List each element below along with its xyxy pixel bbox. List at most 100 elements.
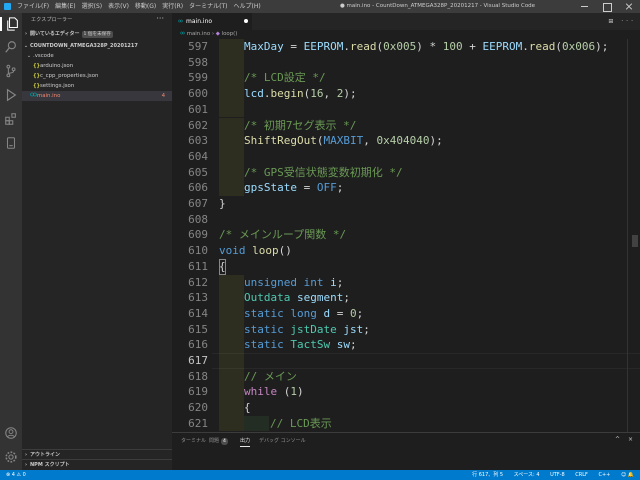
project-folder[interactable]: ⌄ COUNTDOWN_ATMEGA328P_20201217 (22, 41, 172, 51)
code-line: 597 MaxDay = EEPROM.read(0x005) * 100 + … (172, 39, 640, 55)
function-symbol-icon: ◆ (215, 31, 220, 37)
code-text: lcd.begin(16, 2); (244, 87, 357, 101)
line-number: 612 (188, 275, 208, 289)
line-number: 616 (188, 338, 208, 352)
code-line: 619 while (1) (172, 384, 640, 401)
close-button[interactable] (618, 0, 640, 13)
editor-scrollbar[interactable] (632, 235, 638, 247)
extensions-button[interactable] (4, 112, 18, 126)
files-icon (7, 17, 18, 31)
code-text: void loop() (219, 244, 292, 258)
menu-go[interactable]: 移動(G) (135, 0, 156, 13)
unsaved-dot-icon[interactable] (244, 19, 248, 23)
source-control-button[interactable] (4, 64, 18, 78)
code-text: /* GPS受信状態変数初期化 */ (244, 165, 403, 179)
status-problems[interactable]: ⊗ 4 ⚠ 0 (6, 470, 26, 480)
breadcrumb-symbol[interactable]: loop() (222, 31, 238, 37)
maximize-button[interactable] (596, 0, 618, 13)
code-line: 603 ShiftRegOut(MAXBIT, 0x404040); (172, 133, 640, 149)
status-encoding[interactable]: UTF-8 (550, 472, 565, 478)
tree-folder-vscode[interactable]: ⌄ .vscode (22, 51, 172, 61)
search-button[interactable] (4, 40, 18, 54)
menu-view[interactable]: 表示(V) (108, 0, 129, 13)
explorer-title: エクスプローラー (31, 17, 73, 23)
run-debug-button[interactable] (4, 88, 18, 102)
code-text: gpsState = OFF; (244, 181, 344, 195)
status-feedback-icons[interactable]: ☺ 🔔 (621, 472, 634, 478)
menu-edit[interactable]: 編集(E) (55, 0, 75, 13)
tree-file-c-cpp-properties[interactable]: {}c_cpp_properties.json (22, 71, 172, 81)
json-file-icon: {} (33, 63, 41, 69)
menu-file[interactable]: ファイル(F) (17, 0, 49, 13)
status-cursor-position[interactable]: 行 617、列 5 (472, 472, 503, 478)
code-text: /* LCD設定 */ (244, 71, 326, 85)
indent-guide (219, 54, 244, 71)
line-number: 601 (188, 102, 208, 116)
status-right: 行 617、列 5 スペース: 4 UTF-8 CRLF C++ ☺ 🔔 (463, 470, 634, 480)
tab-terminal[interactable]: ターミナル (181, 437, 206, 446)
indent-guide (219, 274, 244, 291)
device-icon (6, 137, 16, 149)
npm-scripts-section[interactable]: › NPM スクリプト (22, 459, 172, 469)
indent-guide (244, 415, 269, 432)
breadcrumb-file[interactable]: main.ino (187, 31, 210, 37)
tree-file-arduino-json[interactable]: {}arduino.json (22, 61, 172, 71)
code-text: static long d = 0; (244, 306, 364, 320)
status-indentation[interactable]: スペース: 4 (514, 472, 540, 478)
minimize-button[interactable] (574, 0, 596, 13)
explorer-sidebar: エクスプローラー ··· › 開いているエディター 1 個を未保存 ⌄ COUNTDO… (22, 13, 172, 470)
line-number: 611 (188, 259, 208, 273)
code-line: 602 /* 初期7セグ表示 */ (172, 117, 640, 134)
menu-run[interactable]: 実行(R) (162, 0, 183, 13)
chevron-down-icon: ⌄ (23, 43, 29, 49)
menu-terminal[interactable]: ターミナル(T) (189, 0, 227, 13)
tree-file-settings-json[interactable]: {}settings.json (22, 81, 172, 91)
code-editor[interactable]: 597 MaxDay = EEPROM.read(0x005) * 100 + … (172, 39, 640, 432)
explorer-more-actions[interactable]: ··· (156, 14, 164, 23)
editor-actions[interactable]: ⊞ ··· (608, 13, 636, 30)
tree-file-main-ino[interactable]: main.ino 4 (22, 91, 172, 101)
chevron-right-icon: › (24, 31, 28, 37)
code-line: 618 // メイン (172, 368, 640, 385)
status-eol[interactable]: CRLF (575, 472, 588, 478)
line-number: 618 (188, 369, 208, 383)
code-line: 600 lcd.begin(16, 2); (172, 86, 640, 102)
arduino-file-icon (178, 19, 183, 23)
indent-guide (219, 101, 244, 118)
manage-button[interactable] (4, 450, 18, 464)
tab-problems[interactable]: 問題 4 (209, 437, 228, 446)
line-number: 607 (188, 197, 208, 210)
tab-main-ino[interactable]: main.ino (172, 13, 252, 30)
status-language[interactable]: C++ (599, 472, 611, 478)
code-line: 605 /* GPS受信状態変数初期化 */ (172, 164, 640, 181)
problems-count-badge: 4 (221, 438, 228, 445)
line-number: 598 (188, 55, 208, 69)
tab-output[interactable]: 出力 (240, 437, 251, 447)
code-text: unsigned int i; (244, 275, 344, 289)
indent-guide (219, 180, 244, 196)
line-number: 620 (188, 401, 208, 415)
indent-guide (219, 384, 244, 401)
remote-explorer-button[interactable] (4, 136, 18, 150)
line-number: 608 (188, 212, 208, 226)
gear-icon (5, 451, 17, 463)
line-number: 605 (188, 165, 208, 179)
code-text: /* メインループ関数 */ (219, 228, 347, 242)
open-editors-section[interactable]: › 開いているエディター 1 個を未保存 (22, 29, 172, 39)
menu-help[interactable]: ヘルプ(H) (233, 0, 260, 13)
code-line: 611 { (172, 258, 640, 275)
json-file-icon: {} (33, 83, 41, 89)
accounts-button[interactable] (4, 426, 18, 440)
tab-debug-console[interactable]: デバッグ コンソール (259, 437, 306, 446)
vscode-logo-icon (4, 3, 11, 10)
line-number: 603 (188, 134, 208, 148)
indent-guide (219, 86, 244, 102)
outline-section[interactable]: › アウトライン (22, 449, 172, 459)
explorer-button[interactable] (0, 17, 22, 31)
menu-selection[interactable]: 選択(S) (82, 0, 103, 13)
code-text: /* 初期7セグ表示 */ (244, 118, 357, 132)
line-number: 602 (188, 118, 208, 132)
chevron-down-icon: ⌄ (26, 53, 32, 59)
panel-actions[interactable]: ^ × (615, 436, 636, 443)
line-number: 614 (188, 306, 208, 320)
